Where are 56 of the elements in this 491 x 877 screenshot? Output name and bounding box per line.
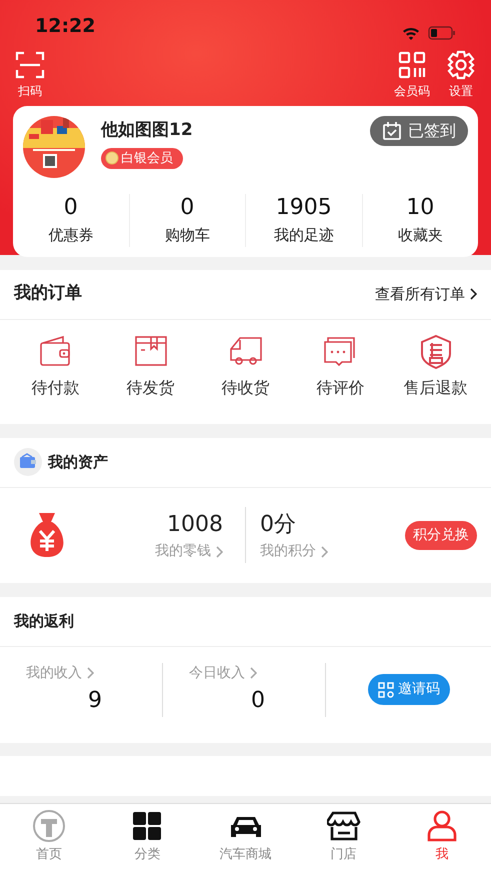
qr-code-icon: [397, 50, 427, 80]
store-icon: [326, 808, 361, 843]
points-exchange-button[interactable]: 积分兑换: [405, 520, 477, 550]
invite-code-button[interactable]: 邀请码: [368, 674, 450, 706]
scan-icon: [15, 50, 45, 80]
checkin-button[interactable]: 已签到: [370, 116, 468, 146]
battery-icon: [428, 26, 456, 40]
income-link[interactable]: 今日收入: [189, 662, 257, 684]
balance-value: 1008: [167, 511, 223, 540]
points-link[interactable]: 我的积分: [260, 541, 328, 562]
chevron-icon: [215, 546, 223, 558]
tab-bar-item[interactable]: 门店: [294, 804, 393, 877]
scan-button[interactable]: 扫码: [15, 50, 45, 100]
stat-value: 0: [179, 194, 196, 222]
qr-code-icon: [378, 682, 394, 698]
settings-icon: [446, 50, 476, 80]
tab-bar-item[interactable]: 首页: [0, 804, 98, 877]
logo-icon: [32, 808, 66, 843]
order-status-button[interactable]: 待评价: [293, 334, 388, 400]
coin-icon: [105, 151, 119, 166]
order-status-button[interactable]: 待付款: [8, 334, 103, 400]
order-status-button[interactable]: 售后退款: [388, 334, 483, 400]
settings-button[interactable]: 设置: [446, 50, 476, 100]
stat-value: 10: [405, 194, 436, 222]
member-code-button[interactable]: 会员码: [394, 50, 430, 100]
chevron-icon: [249, 667, 257, 680]
points-value: 0分: [260, 511, 296, 540]
stat-value: 0: [62, 194, 79, 222]
order-status-button[interactable]: 待发货: [103, 334, 198, 400]
order-status-button[interactable]: 待收货: [198, 334, 293, 400]
income-value: 0: [251, 686, 265, 715]
wifi-icon: [402, 26, 420, 40]
chevron-icon: [469, 288, 477, 300]
stat-label[interactable]: 购物车: [164, 224, 210, 246]
person-icon: [424, 808, 459, 843]
stat-label[interactable]: 优惠券: [48, 224, 94, 246]
tab-bar-item[interactable]: 汽车商城: [196, 804, 295, 877]
user-name: 他如图图12: [101, 119, 194, 142]
section-title: 我的资产: [48, 452, 108, 473]
stat-label[interactable]: 我的足迹: [274, 224, 334, 246]
calendar-check-icon: [382, 121, 402, 141]
chevron-icon: [86, 667, 94, 680]
tab-bar-item[interactable]: 分类: [98, 804, 196, 877]
balance-link[interactable]: 我的零钱: [155, 541, 223, 562]
chevron-icon: [320, 546, 328, 558]
income-value: 9: [88, 686, 102, 715]
member-badge: 白银会员: [101, 148, 183, 169]
view-all-orders-link[interactable]: 查看所有订单: [375, 282, 477, 306]
section-title: 我的返利: [14, 610, 74, 632]
stat-label[interactable]: 收藏夹: [398, 224, 443, 246]
wallet-icon: [14, 448, 42, 476]
tab-bar-item[interactable]: 我: [392, 804, 491, 877]
stat-value: 1905: [274, 194, 333, 222]
section-title: 我的订单: [14, 282, 82, 306]
clock-time: 12:22: [35, 14, 96, 38]
income-link[interactable]: 我的收入: [26, 662, 94, 684]
